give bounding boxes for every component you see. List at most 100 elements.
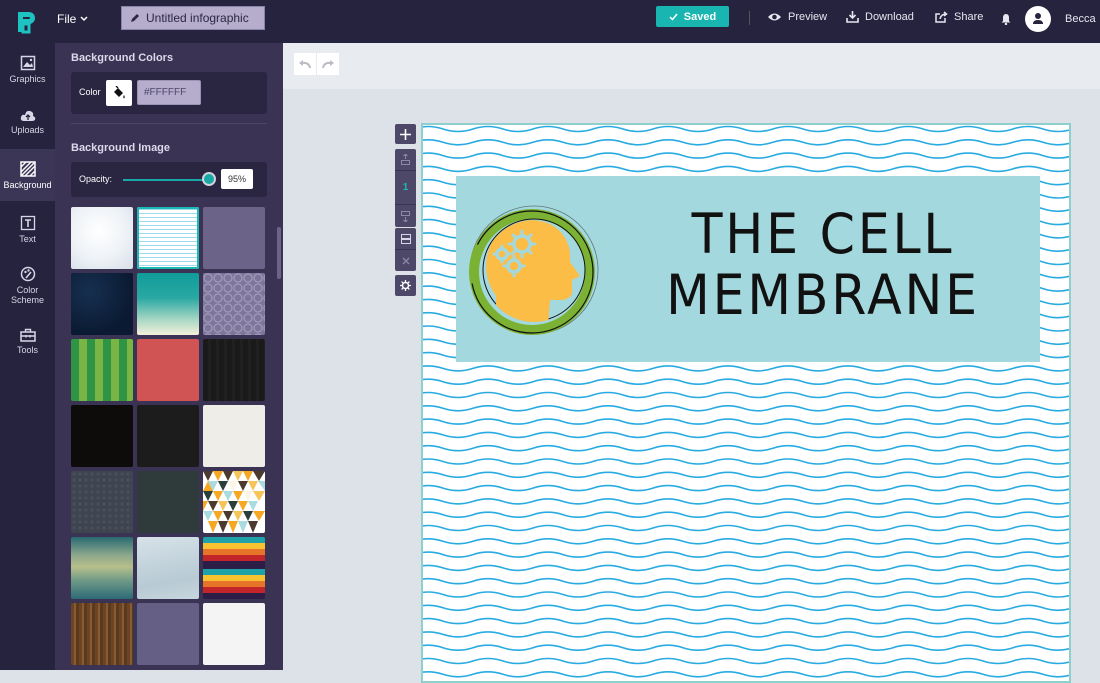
file-menu[interactable]: File	[57, 12, 88, 26]
wave-line	[423, 139, 1069, 146]
bg-thumb-muted-purple-dots[interactable]	[137, 603, 199, 665]
bg-thumb-charcoal-texture[interactable]	[137, 405, 199, 467]
wave-line	[423, 405, 1069, 412]
cloud-upload-icon	[20, 110, 35, 121]
rail-item-graphics[interactable]: Graphics	[0, 43, 55, 95]
download-label: Download	[865, 11, 914, 23]
bg-thumb-purple-swirls[interactable]	[203, 273, 265, 335]
page-settings-button[interactable]	[395, 275, 416, 296]
avatar[interactable]	[1025, 6, 1051, 32]
bell-icon[interactable]	[1001, 13, 1011, 25]
close-icon	[402, 257, 409, 264]
add-page-button[interactable]	[395, 124, 416, 144]
wave-line	[423, 617, 1069, 625]
panel-scrollbar[interactable]	[277, 227, 281, 279]
bg-thumb-dark-green-slate[interactable]	[137, 471, 199, 533]
topbar-divider	[749, 11, 750, 25]
wave-line	[423, 498, 1069, 505]
delete-page-button[interactable]	[395, 249, 416, 271]
infographic-title[interactable]: THE CELL MEMBRANE	[633, 204, 1014, 326]
username[interactable]: Becca	[1065, 13, 1096, 25]
bg-thumb-blue-waves[interactable]	[137, 207, 199, 269]
download-icon	[846, 11, 859, 23]
bg-thumb-night-sky[interactable]	[71, 273, 133, 335]
share-button[interactable]: Share	[935, 11, 983, 23]
opacity-value-input[interactable]: 95%	[221, 169, 253, 189]
check-icon	[669, 13, 678, 21]
move-page-up-button[interactable]	[395, 149, 416, 170]
rail-item-color-scheme[interactable]: Color Scheme	[0, 257, 55, 313]
saved-button[interactable]: Saved	[656, 6, 729, 27]
infographic-page[interactable]: THE CELL MEMBRANE	[421, 123, 1071, 683]
file-menu-label: File	[57, 12, 77, 26]
document-title-input[interactable]: Untitled infographic	[121, 6, 265, 30]
background-colors-heading: Background Colors	[71, 52, 174, 64]
bg-thumb-green-stripes[interactable]	[71, 339, 133, 401]
page-number: 1	[395, 170, 416, 205]
title-line-2: MEMBRANE	[666, 263, 980, 327]
bg-thumb-pale-blue-geometric[interactable]	[137, 537, 199, 599]
rail-item-background[interactable]: Background	[0, 149, 55, 201]
share-icon	[935, 11, 948, 23]
opacity-slider-thumb[interactable]	[201, 172, 216, 186]
wave-line	[423, 564, 1069, 572]
icon-rail: Graphics Uploads Background Text Color S…	[0, 43, 55, 670]
opacity-slider-track[interactable]	[123, 179, 213, 181]
bg-thumb-purple-linen[interactable]	[203, 207, 265, 269]
move-down-icon	[401, 210, 410, 222]
undo-button[interactable]	[294, 53, 316, 75]
text-icon	[20, 215, 35, 230]
wave-line	[423, 165, 1069, 173]
wave-line	[423, 671, 1069, 678]
preview-button[interactable]: Preview	[767, 11, 827, 23]
bg-thumb-red-texture[interactable]	[137, 339, 199, 401]
share-label: Share	[954, 11, 984, 23]
title-banner[interactable]: THE CELL MEMBRANE	[456, 176, 1040, 362]
brain-gears-icon[interactable]	[464, 196, 608, 344]
move-page-down-button[interactable]	[395, 205, 416, 227]
redo-icon	[322, 59, 334, 68]
color-hex-input[interactable]: #FFFFFF	[137, 80, 201, 105]
document-title: Untitled infographic	[146, 11, 249, 25]
rail-item-label: Uploads	[10, 125, 45, 135]
eye-icon	[768, 13, 781, 21]
bg-thumb-slate-dots[interactable]	[71, 471, 133, 533]
toolbox-icon	[19, 328, 36, 342]
wave-line	[423, 471, 1069, 479]
rail-item-tools[interactable]: Tools	[0, 315, 55, 367]
wave-line	[423, 444, 1069, 452]
wave-line	[423, 524, 1069, 532]
bg-thumb-teal-yellow-gradient[interactable]	[71, 537, 133, 599]
bg-thumb-teal-gradient[interactable]	[137, 273, 199, 335]
bg-thumb-brown-wood[interactable]	[71, 603, 133, 665]
palette-icon	[20, 266, 35, 281]
rail-item-label: Tools	[16, 344, 38, 355]
bg-thumb-triangle-pattern[interactable]	[203, 471, 265, 533]
background-panel: Background Colors Color #FFFFFF Backgrou…	[55, 43, 283, 670]
wave-line	[423, 431, 1069, 439]
opacity-control: Opacity: 95%	[71, 162, 267, 197]
duplicate-icon	[400, 233, 411, 244]
rail-item-text[interactable]: Text	[0, 203, 55, 255]
download-button[interactable]: Download	[846, 11, 914, 23]
rail-item-uploads[interactable]: Uploads	[0, 96, 55, 148]
bg-thumb-black-solid[interactable]	[71, 405, 133, 467]
wave-line	[423, 511, 1069, 518]
background-color-control: Color #FFFFFF	[71, 72, 267, 114]
bg-thumb-chevron-zigzag[interactable]	[203, 537, 265, 599]
background-image-heading: Background Image	[71, 142, 171, 154]
wave-line	[423, 657, 1069, 665]
rail-item-label: Color Scheme	[10, 284, 45, 305]
redo-button[interactable]	[317, 53, 339, 75]
wave-line	[423, 604, 1069, 612]
bg-thumb-dark-wood[interactable]	[203, 339, 265, 401]
bg-thumb-white-marble[interactable]	[203, 603, 265, 665]
wave-line	[423, 418, 1069, 425]
move-up-icon	[401, 154, 410, 165]
bg-thumb-white-gradient[interactable]	[71, 207, 133, 269]
app-logo-icon[interactable]	[14, 9, 38, 35]
bg-thumb-off-white-paper[interactable]	[203, 405, 265, 467]
top-bar: File Untitled infographic Saved Preview …	[0, 0, 1100, 43]
color-swatch[interactable]	[106, 80, 132, 106]
duplicate-page-button[interactable]	[395, 228, 416, 249]
